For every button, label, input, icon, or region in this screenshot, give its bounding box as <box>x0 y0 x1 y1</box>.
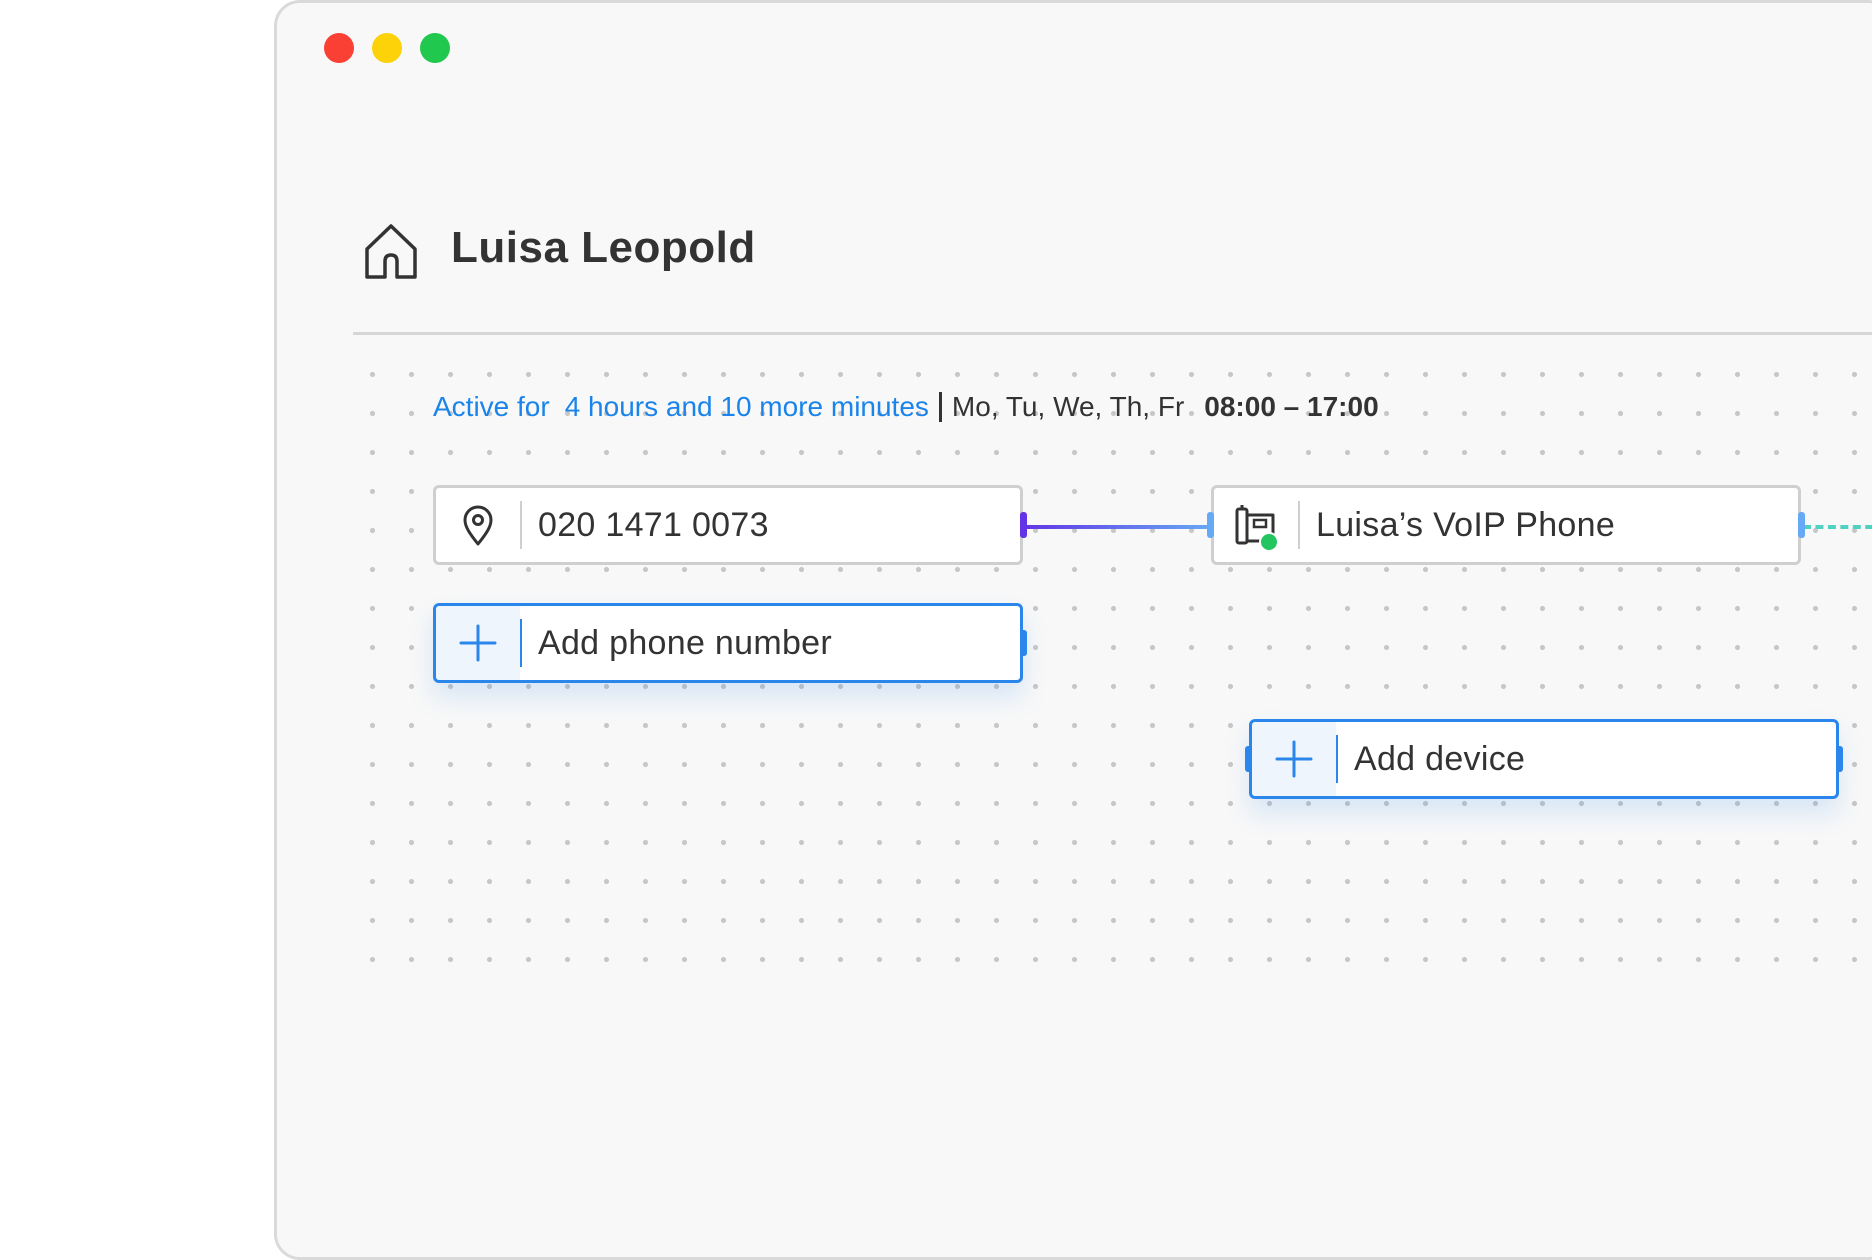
phone-number-node[interactable]: 020 1471 0073 <box>433 485 1027 565</box>
output-port[interactable] <box>1836 746 1843 772</box>
header-divider <box>353 332 1872 335</box>
input-port[interactable] <box>1245 746 1252 772</box>
add-phone-number-label: Add phone number <box>538 623 833 662</box>
active-duration: 4 hours and 10 more minutes <box>564 391 929 422</box>
online-status-dot <box>1259 532 1279 552</box>
window-minimize-button[interactable] <box>372 33 402 63</box>
add-device-button[interactable]: Add device <box>1245 719 1843 799</box>
voip-device-node[interactable]: Luisa’s VoIP Phone <box>1207 485 1805 565</box>
add-device-label: Add device <box>1354 739 1526 778</box>
output-port[interactable] <box>1020 512 1027 538</box>
add-phone-number-button[interactable]: Add phone number <box>433 603 1027 683</box>
schedule-days: Mo, Tu, We, Th, Fr <box>951 391 1185 422</box>
voip-device-label: Luisa’s VoIP Phone <box>1316 505 1616 544</box>
active-prefix: Active for <box>433 391 550 422</box>
phone-number-label: 020 1471 0073 <box>538 505 769 544</box>
app-window: Luisa Leopold Active for 4 hours and 10 … <box>274 0 1872 1260</box>
status-separator <box>938 392 942 422</box>
schedule-status: Active for 4 hours and 10 more minutes M… <box>433 391 1379 423</box>
plus-icon <box>1275 740 1313 778</box>
output-port[interactable] <box>1020 630 1027 656</box>
window-close-button[interactable] <box>324 33 354 63</box>
output-port[interactable] <box>1798 512 1805 538</box>
location-pin-icon <box>463 505 493 546</box>
input-port[interactable] <box>1207 512 1214 538</box>
window-zoom-button[interactable] <box>420 33 450 63</box>
page-title: Luisa Leopold <box>451 223 756 272</box>
schedule-hours: 08:00 – 17:00 <box>1204 391 1379 422</box>
home-icon <box>365 224 417 279</box>
plus-icon <box>459 624 497 662</box>
connection-line <box>1023 525 1211 529</box>
dashed-connection-line <box>1803 525 1872 529</box>
